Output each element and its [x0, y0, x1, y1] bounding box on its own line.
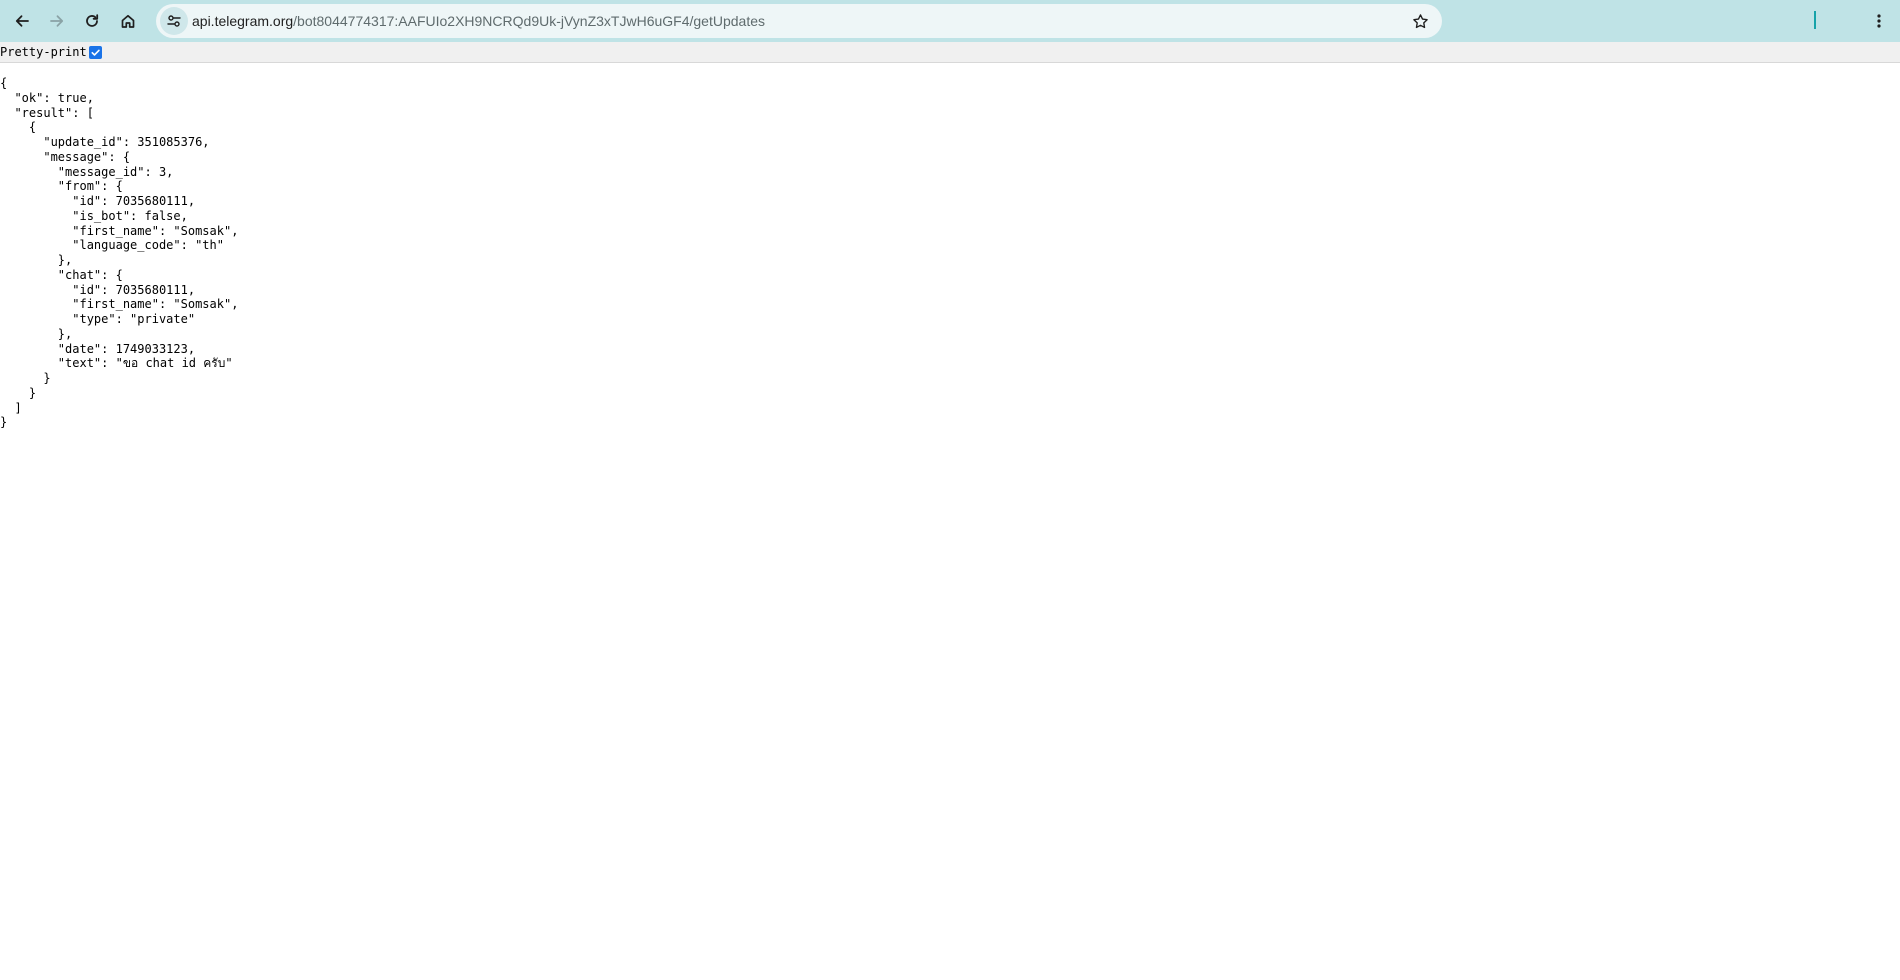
browser-toolbar: api.telegram.org/bot8044774317:AAFUIo2XH…	[0, 0, 1900, 42]
json-response: { "ok": true, "result": [ { "update_id":…	[0, 76, 238, 430]
json-line: "first_name": "Somsak",	[0, 223, 239, 238]
json-line: }	[0, 415, 8, 430]
json-line: "from": {	[0, 179, 123, 194]
bookmark-button[interactable]	[1410, 11, 1430, 31]
json-line: "chat": {	[0, 267, 123, 282]
json-line: "ok": true,	[0, 90, 94, 105]
json-line: "update_id": 351085376,	[0, 135, 210, 149]
json-line: "id": 7035680111,	[0, 282, 196, 297]
pretty-print-bar: Pretty-print	[0, 42, 1900, 63]
pretty-print-label: Pretty-print	[0, 45, 87, 59]
kebab-menu-icon	[1877, 14, 1881, 28]
json-line: {	[0, 120, 37, 135]
json-line: "first_name": "Somsak",	[0, 297, 239, 312]
checkmark-icon	[91, 49, 100, 56]
address-bar[interactable]: api.telegram.org/bot8044774317:AAFUIo2XH…	[156, 4, 1442, 38]
json-line: ]	[0, 400, 22, 415]
json-line: "text": "ขอ chat id ครับ"	[0, 356, 233, 371]
home-button[interactable]	[112, 5, 144, 37]
forward-button[interactable]	[41, 5, 73, 37]
json-line: "is_bot": false,	[0, 208, 188, 223]
url-text[interactable]: api.telegram.org/bot8044774317:AAFUIo2XH…	[192, 4, 765, 38]
reload-button[interactable]	[76, 5, 108, 37]
url-path: /bot8044774317:AAFUIo2XH9NCRQd9Uk-jVynZ3…	[293, 13, 765, 29]
json-line: {	[0, 76, 8, 90]
arrow-left-icon	[15, 15, 29, 27]
json-line: "date": 1749033123,	[0, 341, 196, 356]
star-icon	[1412, 13, 1428, 28]
tune-icon	[167, 15, 181, 27]
json-line: "type": "private"	[0, 312, 196, 326]
json-line: "language_code": "th"	[0, 238, 224, 253]
json-line: }	[0, 385, 37, 400]
json-line: "id": 7035680111,	[0, 194, 196, 208]
json-line: },	[0, 326, 73, 341]
arrow-right-icon	[50, 15, 64, 27]
json-line: "message_id": 3,	[0, 164, 174, 179]
home-icon	[121, 14, 135, 28]
json-line: "message": {	[0, 149, 131, 164]
browser-menu-button[interactable]	[1864, 5, 1894, 37]
pretty-print-checkbox[interactable]	[89, 46, 102, 59]
json-line: },	[0, 253, 73, 267]
reload-icon	[86, 14, 99, 27]
url-host: api.telegram.org	[192, 13, 294, 29]
json-line: }	[0, 371, 51, 385]
back-button[interactable]	[6, 5, 38, 37]
json-line: "result": [	[0, 105, 94, 120]
site-info-button[interactable]	[160, 7, 188, 35]
toolbar-separator	[1814, 11, 1816, 29]
